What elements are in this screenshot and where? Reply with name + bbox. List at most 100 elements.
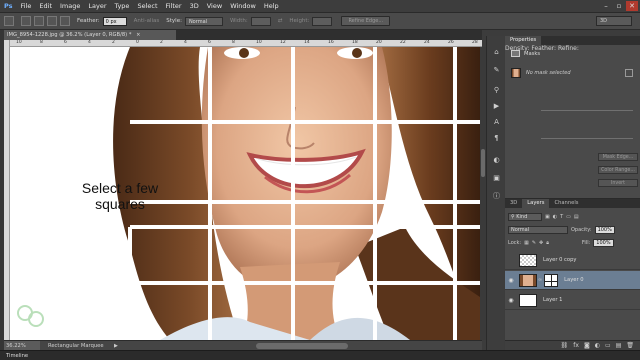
actions-icon[interactable]: ▶ bbox=[492, 102, 501, 110]
tab-layers[interactable]: Layers bbox=[522, 199, 550, 208]
refine-edge-button[interactable]: Refine Edge... bbox=[341, 16, 391, 26]
menu-layer[interactable]: Layer bbox=[84, 0, 110, 13]
add-mask-icon[interactable]: ◙ bbox=[584, 341, 590, 350]
lock-all-icon[interactable]: 🔒︎ bbox=[546, 240, 549, 246]
character-icon[interactable]: A bbox=[492, 118, 501, 126]
ps-logo[interactable]: Ps bbox=[0, 0, 17, 13]
menu-edit[interactable]: Edit bbox=[35, 0, 56, 13]
history-icon[interactable]: ⌂ bbox=[492, 48, 501, 56]
ruler-tick-label: 4 bbox=[184, 40, 187, 45]
filter-adjust-icon[interactable]: ◐ bbox=[553, 214, 557, 220]
opacity-input[interactable]: 100% bbox=[594, 225, 615, 234]
styles-icon[interactable]: ▣ bbox=[492, 174, 501, 182]
ruler-tick-label: 8 bbox=[40, 40, 43, 45]
height-input[interactable] bbox=[312, 16, 333, 26]
color-range-button[interactable]: Color Range... bbox=[598, 166, 638, 174]
feather-label: Feather: bbox=[77, 18, 100, 24]
tab-channels[interactable]: Channels bbox=[549, 199, 583, 208]
mask-icon bbox=[511, 50, 520, 57]
info-icon[interactable]: ⓘ bbox=[492, 192, 501, 200]
lock-transparent-icon[interactable]: ▦ bbox=[524, 240, 529, 246]
pixel-mask-icon[interactable] bbox=[625, 69, 633, 77]
width-input[interactable] bbox=[250, 16, 271, 26]
new-layer-icon[interactable]: ▤ bbox=[616, 341, 622, 350]
ruler-tick-label: 8 bbox=[232, 40, 235, 45]
minimize-icon[interactable]: – bbox=[600, 1, 612, 11]
timeline-bar: Timeline bbox=[0, 350, 640, 360]
lock-paint-icon[interactable]: ✎ bbox=[532, 240, 536, 246]
density-slider[interactable] bbox=[541, 110, 633, 111]
adjustments-icon[interactable]: ◐ bbox=[492, 156, 501, 164]
vertical-scroll-thumb[interactable] bbox=[481, 149, 485, 177]
menu-view[interactable]: View bbox=[203, 0, 226, 13]
horizontal-scroll-thumb[interactable] bbox=[256, 343, 348, 349]
invert-button[interactable]: Invert bbox=[598, 179, 638, 187]
clone-source-icon[interactable]: ⚲ bbox=[492, 86, 501, 94]
menu-help[interactable]: Help bbox=[260, 0, 283, 13]
width-label: Width: bbox=[229, 18, 248, 24]
document-canvas[interactable]: Select a few squares bbox=[10, 47, 480, 340]
anti-alias-checkbox[interactable]: Anti-alias bbox=[134, 18, 160, 24]
layer-row[interactable]: ◉ Layer 1 bbox=[505, 291, 640, 310]
status-bar: 36.22% Rectangular Marquee ▶ bbox=[4, 340, 482, 351]
layer-filter-bar: ⚲ Kind ▣ ◐ T ▭ ▤ bbox=[505, 211, 640, 222]
menu-window[interactable]: Window bbox=[226, 0, 260, 13]
lock-label: Lock: bbox=[508, 239, 522, 246]
menu-image[interactable]: Image bbox=[56, 0, 84, 13]
link-layers-icon[interactable]: ⛓ bbox=[561, 341, 569, 350]
eye-icon[interactable]: ◉ bbox=[505, 297, 517, 304]
menu-file[interactable]: File bbox=[17, 0, 36, 13]
ruler-tick-label: 2 bbox=[160, 40, 163, 45]
blend-mode-select[interactable]: Normal bbox=[508, 225, 568, 234]
mask-edge-button[interactable]: Mask Edge... bbox=[598, 153, 638, 161]
mask-status-text: No mask selected bbox=[526, 70, 571, 76]
menu-bar: Ps File Edit Image Layer Type Select Fil… bbox=[0, 0, 640, 13]
lock-move-icon[interactable]: ✥ bbox=[539, 240, 543, 246]
filter-pixel-icon[interactable]: ▣ bbox=[545, 214, 550, 220]
filter-kind-select[interactable]: ⚲ Kind bbox=[508, 212, 542, 221]
layer-mask-thumbnail[interactable] bbox=[544, 273, 559, 287]
fill-input[interactable]: 100% bbox=[593, 238, 614, 247]
feather-slider[interactable] bbox=[541, 138, 633, 139]
new-selection-icon[interactable] bbox=[21, 16, 31, 26]
filter-smart-icon[interactable]: ▤ bbox=[574, 214, 579, 220]
tab-properties[interactable]: Properties bbox=[505, 36, 542, 45]
brush-preset-icon[interactable]: ✎ bbox=[492, 66, 501, 74]
layer-thumbnail bbox=[519, 293, 537, 307]
paragraph-icon[interactable]: ¶ bbox=[492, 134, 501, 142]
tab-3d[interactable]: 3D bbox=[505, 199, 522, 208]
eye-icon[interactable]: ◉ bbox=[505, 277, 517, 284]
menu-select[interactable]: Select bbox=[133, 0, 161, 13]
layer-row[interactable]: Layer 0 copy bbox=[505, 251, 640, 270]
trash-icon[interactable]: 🗑︎ bbox=[626, 341, 634, 350]
add-selection-icon[interactable] bbox=[34, 16, 44, 26]
marquee-tool-preset-icon[interactable] bbox=[4, 16, 14, 26]
intersect-selection-icon[interactable] bbox=[60, 16, 70, 26]
ruler-tick-label: 10 bbox=[256, 40, 262, 45]
fx-icon[interactable]: fx bbox=[573, 341, 579, 350]
workspace-select[interactable]: 3D bbox=[596, 16, 632, 26]
subtract-selection-icon[interactable] bbox=[47, 16, 57, 26]
link-icon[interactable]: ∞ bbox=[538, 277, 542, 283]
close-tab-icon[interactable]: × bbox=[136, 32, 140, 38]
horizontal-ruler: 10 8 6 4 2 0 2 4 6 8 10 12 14 16 18 20 22 24 26 28 bbox=[10, 40, 482, 47]
maximize-icon[interactable]: ▫ bbox=[613, 1, 625, 11]
swap-icon[interactable]: ⇄ bbox=[278, 18, 283, 24]
menu-type[interactable]: Type bbox=[111, 0, 134, 13]
zoom-field[interactable]: 36.22% bbox=[4, 340, 40, 351]
new-group-icon[interactable]: ▭ bbox=[605, 341, 611, 350]
layer-row[interactable]: ◉ ∞ Layer 0 bbox=[505, 271, 640, 290]
timeline-tab[interactable]: Timeline bbox=[6, 353, 28, 359]
filter-type-icon[interactable]: T bbox=[560, 214, 563, 220]
menu-filter[interactable]: Filter bbox=[162, 0, 186, 13]
feather-input[interactable]: 0 px bbox=[102, 16, 127, 26]
refine-label: Refine: bbox=[557, 45, 579, 52]
ruler-tick-label: 18 bbox=[352, 40, 358, 45]
menu-3d[interactable]: 3D bbox=[186, 0, 203, 13]
document-tab[interactable]: IMG_8954-1228.jpg @ 36.2% (Layer 0, RGB/… bbox=[4, 30, 176, 40]
status-menu-arrow-icon[interactable]: ▶ bbox=[114, 343, 118, 349]
filter-shape-icon[interactable]: ▭ bbox=[566, 214, 571, 220]
style-select[interactable]: Normal bbox=[184, 16, 223, 26]
adjustment-layer-icon[interactable]: ◐ bbox=[595, 341, 600, 350]
close-icon[interactable]: ✕ bbox=[626, 1, 638, 11]
